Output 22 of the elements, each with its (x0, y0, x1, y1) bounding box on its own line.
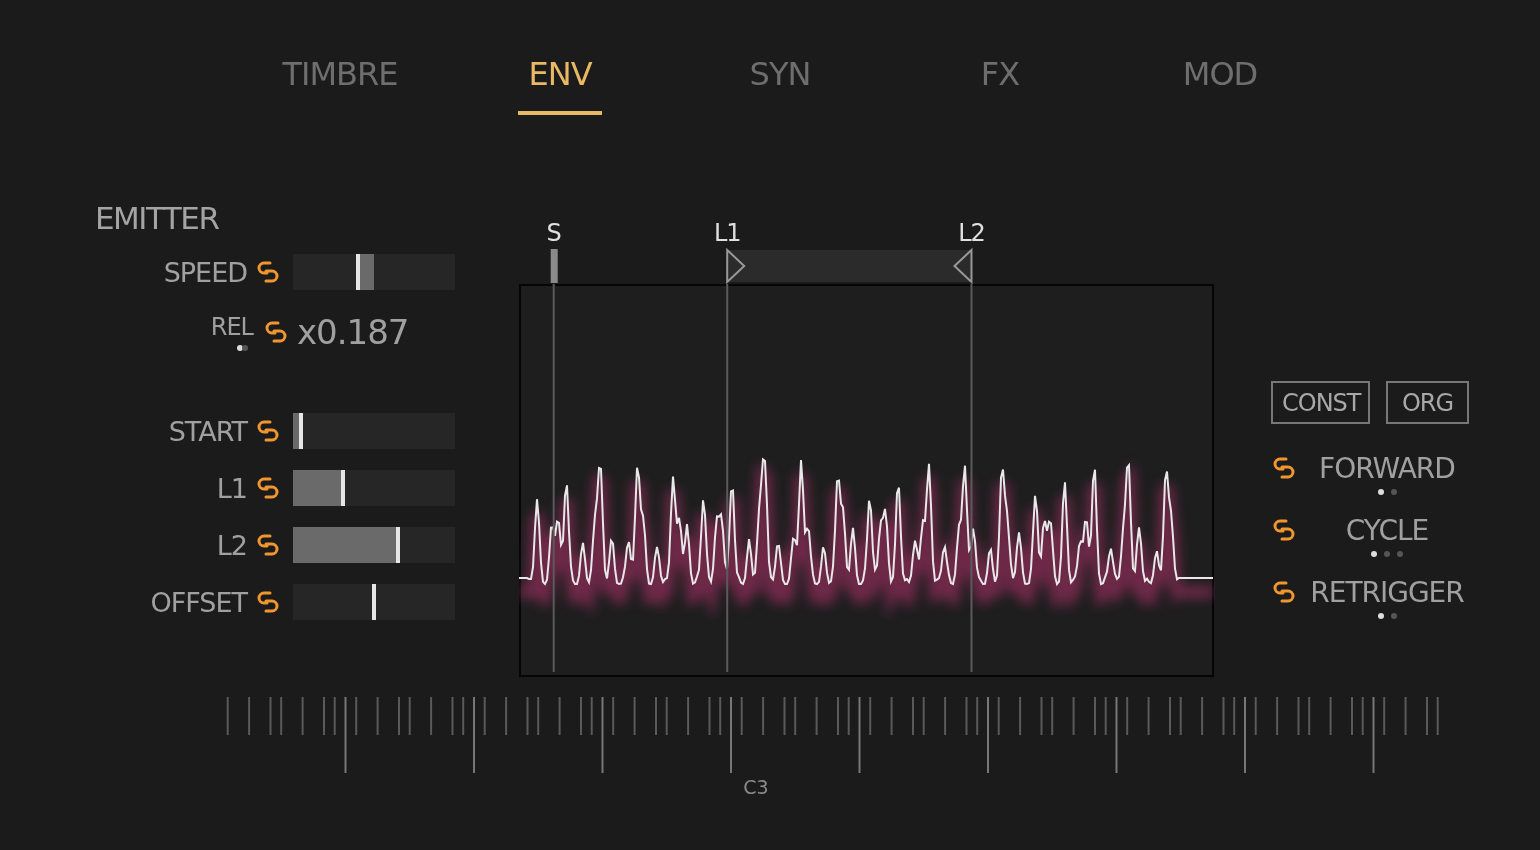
section-title: EMITTER (95, 200, 219, 236)
slider-label: L2 (215, 529, 248, 561)
marker-label: S (546, 222, 561, 247)
marker-label: L1 (713, 222, 741, 247)
mode-label[interactable]: CYCLE (1345, 514, 1429, 547)
mode-label[interactable]: FORWARD (1319, 452, 1455, 485)
slider-label: L1 (215, 472, 248, 504)
slider-label: START (167, 415, 249, 447)
note-label: C3 (743, 776, 769, 797)
rel-label: REL (210, 313, 253, 341)
tab[interactable]: ENV (518, 55, 602, 115)
slider-label: SPEED (162, 256, 248, 288)
value-readout[interactable]: x0.187 (297, 312, 409, 352)
tab[interactable]: FX (970, 55, 1030, 115)
tab[interactable]: TIMBRE (272, 55, 408, 115)
mode-button[interactable]: ORG (1386, 381, 1469, 424)
tab[interactable]: MOD (1172, 55, 1268, 115)
tab[interactable]: SYN (739, 55, 821, 115)
slider-label: OFFSET (149, 586, 249, 618)
mode-label[interactable]: RETRIGGER (1310, 576, 1464, 609)
marker-label: L2 (958, 222, 985, 247)
mode-button[interactable]: CONST (1271, 381, 1370, 424)
